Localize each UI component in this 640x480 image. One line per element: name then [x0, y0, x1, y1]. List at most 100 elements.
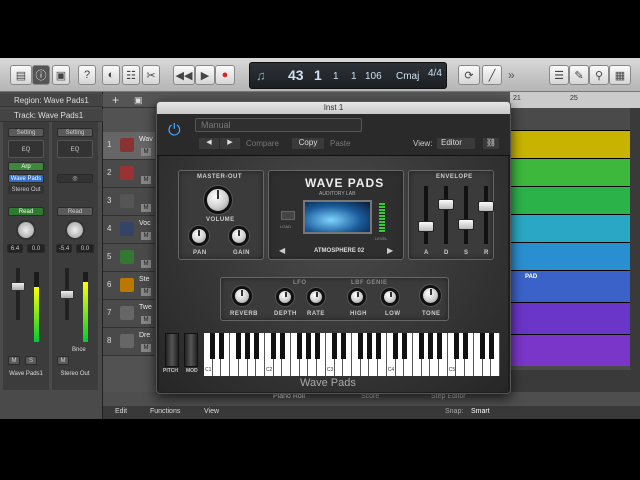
region-green-2[interactable]	[510, 186, 630, 214]
black-key[interactable]	[453, 333, 459, 359]
arp-slot[interactable]: Arp	[8, 162, 44, 171]
tab-score[interactable]: Score	[361, 393, 379, 400]
setting-button[interactable]: Setting	[8, 128, 44, 137]
region-purple-2[interactable]	[510, 334, 630, 366]
region-yellow[interactable]	[510, 130, 630, 158]
eq-display[interactable]: EQ	[57, 140, 93, 158]
mute-button[interactable]: M	[141, 316, 151, 324]
mute-button[interactable]: M	[141, 204, 151, 212]
load-button[interactable]	[281, 211, 295, 220]
mute-button[interactable]: M	[141, 148, 151, 156]
instrument-slot[interactable]: Wave Pads	[8, 174, 44, 183]
black-key[interactable]	[340, 333, 346, 359]
black-key[interactable]	[305, 333, 311, 359]
tab-step-editor[interactable]: Step Editor	[431, 393, 466, 400]
editors-button[interactable]: ✂	[142, 65, 160, 85]
next-preset-button[interactable]: ▶	[220, 138, 240, 149]
snap-select[interactable]: Smart	[471, 408, 490, 415]
functions-menu[interactable]: Functions	[150, 408, 180, 415]
black-key[interactable]	[314, 333, 320, 359]
mute-button[interactable]: M	[8, 356, 20, 365]
low-knob[interactable]	[381, 288, 399, 306]
attack-slider[interactable]	[418, 221, 434, 232]
output-slot[interactable]: Stereo Out	[8, 185, 44, 194]
track-row[interactable]: 1 Wav M	[103, 132, 155, 160]
tone-knob[interactable]	[420, 285, 441, 306]
region-teal[interactable]	[510, 214, 630, 242]
black-key[interactable]	[271, 333, 277, 359]
black-key[interactable]	[332, 333, 338, 359]
link-slot[interactable]: ◎	[57, 174, 93, 183]
mute-button[interactable]: M	[57, 356, 69, 365]
plugin-title[interactable]: Inst 1	[157, 102, 510, 114]
volume-fader-cap[interactable]	[11, 282, 25, 291]
mute-button[interactable]: M	[141, 344, 151, 352]
black-key[interactable]	[401, 333, 407, 359]
mute-button[interactable]: M	[141, 232, 151, 240]
mute-button[interactable]: M	[141, 288, 151, 296]
power-icon[interactable]: ⏻	[168, 122, 181, 140]
volume-knob[interactable]	[204, 186, 232, 214]
black-key[interactable]	[210, 333, 216, 359]
view-menu[interactable]: View	[204, 408, 219, 415]
edit-menu[interactable]: Edit	[115, 408, 127, 415]
add-track-icon[interactable]: +	[112, 93, 119, 107]
tab-piano-roll[interactable]: Piano Roll	[273, 393, 305, 400]
volume-fader[interactable]	[16, 268, 20, 320]
lcd-display[interactable]: ♫ 43 1 1 1 106 Cmaj 4/4	[249, 62, 447, 89]
decay-slider[interactable]	[438, 199, 454, 210]
inspector-button[interactable]: ⓘ	[32, 65, 50, 85]
rewind-button[interactable]: ◀◀	[173, 65, 195, 85]
global-tracks-icon[interactable]: ▣	[134, 95, 143, 106]
mod-wheel[interactable]	[184, 333, 198, 367]
black-key[interactable]	[218, 333, 224, 359]
release-slider[interactable]	[478, 201, 494, 212]
track-row[interactable]: 3M	[103, 188, 155, 216]
track-row[interactable]: 4 Voc M	[103, 216, 155, 244]
black-key[interactable]	[427, 333, 433, 359]
region-purple-1[interactable]	[510, 302, 630, 334]
play-button[interactable]: ▶	[195, 65, 215, 85]
view-select[interactable]: Editor	[437, 138, 475, 149]
preset-select[interactable]: Manual	[195, 118, 362, 132]
solo-button[interactable]: S	[25, 356, 37, 365]
cycle-button[interactable]: ⟳	[458, 65, 480, 85]
next-patch-icon[interactable]: ▶	[387, 246, 393, 255]
copy-button[interactable]: Copy	[292, 138, 324, 149]
gain-knob[interactable]	[229, 226, 249, 246]
library-button[interactable]: ▤	[10, 65, 32, 85]
pitch-wheel[interactable]	[165, 333, 179, 367]
mixer-button[interactable]: ☷	[122, 65, 140, 85]
automation-read[interactable]: Read	[57, 207, 93, 216]
region-header[interactable]: Region: Wave Pads1	[0, 94, 103, 107]
smart-controls-button[interactable]: ◐	[102, 65, 120, 85]
track-row[interactable]: 5M	[103, 244, 155, 272]
volume-fader-cap[interactable]	[60, 290, 74, 299]
black-key[interactable]	[393, 333, 399, 359]
pan-knob[interactable]	[65, 220, 85, 240]
compare-button[interactable]: Compare	[246, 139, 279, 148]
black-key[interactable]	[366, 333, 372, 359]
paste-button[interactable]: Paste	[330, 139, 350, 148]
eq-display[interactable]: EQ	[8, 140, 44, 158]
prev-preset-button[interactable]: ◀	[199, 138, 219, 149]
more-icon[interactable]: »	[508, 68, 515, 82]
prev-patch-icon[interactable]: ◀	[279, 246, 285, 255]
mute-button[interactable]: M	[141, 260, 151, 268]
piano-keyboard[interactable]: C1 C2 C3 C4 C5	[204, 333, 500, 376]
bounce-label[interactable]: Bnce	[72, 347, 86, 353]
pan-knob[interactable]	[189, 226, 209, 246]
bar-ruler[interactable]: 21 25	[510, 92, 640, 108]
region-blue-1[interactable]	[510, 242, 630, 270]
notepad-button[interactable]: ✎	[569, 65, 589, 85]
sustain-slider[interactable]	[458, 219, 474, 230]
black-key[interactable]	[436, 333, 442, 359]
rate-knob[interactable]	[307, 288, 325, 306]
black-key[interactable]	[480, 333, 486, 359]
reverb-knob[interactable]	[232, 286, 252, 306]
loop-browser-button[interactable]: ⚲	[589, 65, 609, 85]
high-knob[interactable]	[348, 288, 366, 306]
track-row[interactable]: 7 Twe M	[103, 300, 155, 328]
depth-knob[interactable]	[276, 288, 294, 306]
black-key[interactable]	[297, 333, 303, 359]
